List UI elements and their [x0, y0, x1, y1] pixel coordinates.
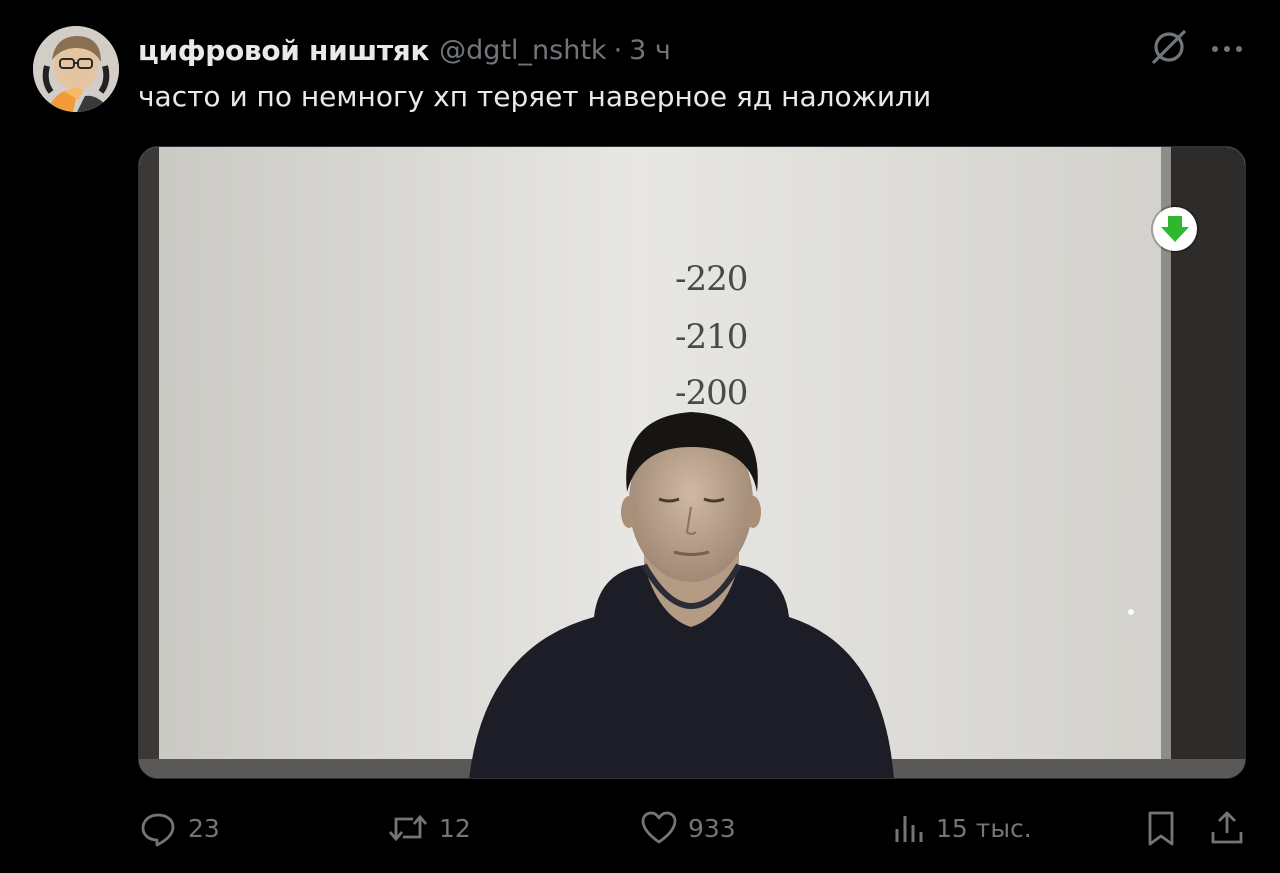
retweet-count: 12 [439, 813, 471, 843]
retweet-icon [388, 814, 428, 842]
bookmark-button[interactable] [1145, 808, 1177, 848]
bookmark-icon [1148, 811, 1174, 846]
like-icon [641, 811, 677, 844]
tweet: цифровой ништяк @dgtl_nshtk · 3 ч часто … [0, 0, 1280, 873]
share-button[interactable] [1208, 808, 1246, 848]
like-count: 933 [688, 813, 736, 843]
tweet-media[interactable]: -220 -210 -200 [138, 146, 1246, 779]
action-bar: 23 12 933 15 тыс. [0, 800, 1280, 856]
like-button[interactable]: 933 [640, 808, 736, 848]
height-mark-220: -220 [675, 259, 748, 299]
reply-icon [141, 813, 175, 847]
mugshot-photo [139, 147, 1245, 778]
timestamp[interactable]: 3 ч [629, 35, 671, 66]
tweet-header: цифровой ништяк @dgtl_nshtk · 3 ч [138, 30, 671, 70]
height-mark-210: -210 [675, 317, 748, 357]
share-icon [1211, 811, 1243, 844]
tweet-text: часто и по немногу хп теряет наверное яд… [138, 80, 932, 113]
views-count: 15 тыс. [936, 813, 1032, 843]
user-handle[interactable]: @dgtl_nshtk [439, 35, 606, 66]
download-badge[interactable] [1153, 207, 1197, 251]
display-name[interactable]: цифровой ништяк [138, 34, 429, 67]
views-icon [895, 816, 923, 842]
reply-count: 23 [188, 813, 220, 843]
views-button[interactable]: 15 тыс. [892, 808, 1032, 848]
avatar-image [33, 26, 119, 112]
retweet-button[interactable]: 12 [387, 808, 471, 848]
height-mark-200: -200 [675, 373, 748, 413]
grok-icon[interactable] [1148, 26, 1190, 68]
reply-button[interactable]: 23 [138, 808, 220, 848]
avatar[interactable] [33, 26, 119, 112]
download-arrow-icon [1161, 216, 1189, 242]
more-icon[interactable] [1208, 34, 1246, 64]
separator-dot: · [613, 34, 623, 66]
